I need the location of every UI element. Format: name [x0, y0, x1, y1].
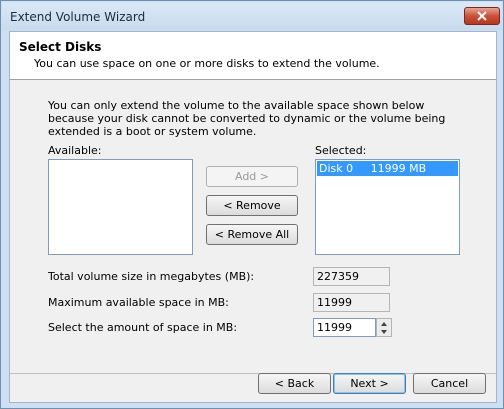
amount-stepper[interactable] [376, 318, 392, 337]
max-space-label: Maximum available space in MB: [48, 296, 229, 309]
title-bar[interactable]: Extend Volume Wizard [2, 2, 502, 30]
amount-label: Select the amount of space in MB: [48, 321, 238, 334]
selected-listbox[interactable]: Disk 0 11999 MB [315, 159, 460, 255]
arrow-up-icon[interactable] [381, 322, 387, 326]
next-button[interactable]: Next > [333, 373, 406, 394]
back-button[interactable]: < Back [258, 373, 331, 394]
page-subtitle: You can use space on one or more disks t… [34, 57, 380, 70]
close-button[interactable] [464, 7, 500, 25]
arrow-down-icon[interactable] [381, 330, 387, 334]
window-title: Extend Volume Wizard [10, 10, 146, 24]
max-space-field: 11999 [313, 293, 390, 312]
page-title: Select Disks [19, 40, 102, 54]
available-listbox[interactable] [48, 159, 193, 255]
remove-button[interactable]: < Remove [206, 195, 298, 216]
list-item[interactable]: Disk 0 11999 MB [317, 161, 458, 176]
disk-name: Disk 0 [319, 162, 354, 175]
close-icon [477, 11, 487, 21]
info-text: You can only extend the volume to the av… [48, 99, 446, 138]
add-button[interactable]: Add > [206, 166, 298, 187]
remove-all-button[interactable]: < Remove All [206, 224, 298, 245]
wizard-client-area: Select Disks You can use space on one or… [9, 31, 497, 403]
available-label: Available: [48, 144, 102, 157]
selected-label: Selected: [315, 144, 367, 157]
amount-input[interactable]: 11999 [313, 318, 376, 337]
disk-size: 11999 MB [370, 162, 427, 175]
wizard-window: Extend Volume Wizard Select Disks You ca… [0, 0, 504, 409]
cancel-button[interactable]: Cancel [413, 373, 486, 394]
header-band: Select Disks You can use space on one or… [10, 32, 496, 80]
total-size-field: 227359 [313, 267, 390, 286]
total-size-label: Total volume size in megabytes (MB): [48, 270, 255, 283]
